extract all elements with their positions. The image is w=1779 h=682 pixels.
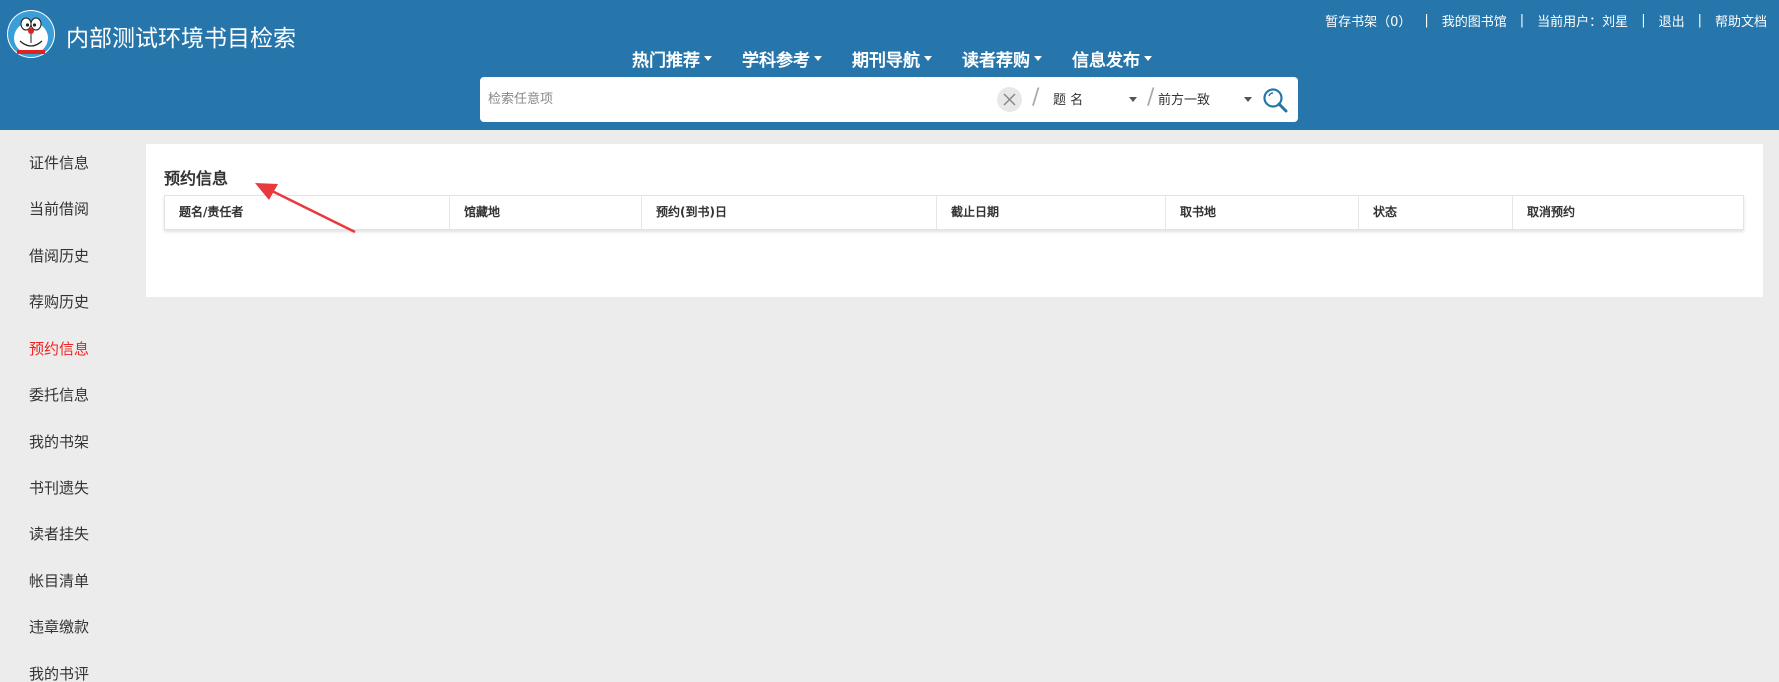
column-header-location: 馆藏地 <box>450 196 642 229</box>
separator: | <box>1519 13 1525 28</box>
caret-down-icon <box>1034 55 1042 61</box>
search-bar: / 题 名 / 前方一致 <box>480 77 1298 122</box>
search-field-select[interactable]: 题 名 <box>1053 89 1083 108</box>
main-nav: 热门推荐 学科参考 期刊导航 读者荐购 信息发布 <box>632 44 1182 72</box>
sidebar-item-account-list[interactable]: 帐目清单 <box>29 570 89 591</box>
column-header-cancel: 取消预约 <box>1527 205 1576 219</box>
reservation-panel: 预约信息 题名/责任者 馆藏地 预约(到书)日 截止日期 取书地 状态 取消预约 <box>146 144 1763 297</box>
separator: | <box>1641 13 1646 28</box>
sidebar-item-lost-items[interactable]: 书刊遗失 <box>29 477 89 498</box>
temp-shelf-link[interactable]: 暂存书架（0） <box>1325 11 1411 30</box>
top-links: 暂存书架（0） | 我的图书馆 | 当前用户： 刘星 | 退出 | 帮助文档 <box>1325 11 1767 30</box>
separator: | <box>1697 13 1702 28</box>
sidebar-item-entrusted[interactable]: 委托信息 <box>29 384 89 405</box>
sidebar-item-report-loss[interactable]: 读者挂失 <box>29 523 89 544</box>
match-mode-select[interactable]: 前方一致 <box>1158 89 1210 108</box>
doraemon-logo-icon <box>8 11 54 57</box>
logo <box>7 10 55 58</box>
page-title: 预约信息 <box>164 169 229 188</box>
search-input[interactable] <box>488 85 988 114</box>
nav-label: 期刊导航 <box>852 50 920 71</box>
header: 内部测试环境书目检索 暂存书架（0） | 我的图书馆 | 当前用户： 刘星 | … <box>0 0 1779 130</box>
nav-hot-recommend[interactable]: 热门推荐 <box>632 46 712 71</box>
separator: | <box>1424 13 1429 28</box>
caret-down-icon <box>1144 55 1152 61</box>
nav-journal-navigation[interactable]: 期刊导航 <box>852 46 932 71</box>
nav-label: 信息发布 <box>1072 50 1140 71</box>
logout-link[interactable]: 退出 <box>1659 11 1685 30</box>
caret-down-icon <box>704 55 712 61</box>
nav-subject-reference[interactable]: 学科参考 <box>742 46 822 71</box>
nav-label: 读者荐购 <box>962 50 1030 71</box>
nav-info-publish[interactable]: 信息发布 <box>1072 46 1152 71</box>
nav-reader-recommend[interactable]: 读者荐购 <box>962 46 1042 71</box>
clear-search-button[interactable] <box>997 87 1022 112</box>
column-header-status: 状态 <box>1359 196 1513 229</box>
sidebar-item-current-loans[interactable]: 当前借阅 <box>29 198 89 219</box>
current-user-name: 刘星 <box>1602 15 1629 30</box>
my-library-link[interactable]: 我的图书馆 <box>1442 11 1507 30</box>
column-header-reserve-date: 预约(到书)日 <box>642 196 937 229</box>
chevron-down-icon[interactable] <box>1129 97 1137 102</box>
current-user-label: 当前用户： <box>1537 15 1603 30</box>
sidebar-item-card-info[interactable]: 证件信息 <box>29 152 89 173</box>
sidebar-item-my-shelf[interactable]: 我的书架 <box>29 431 89 452</box>
divider: / <box>1032 85 1040 110</box>
search-button[interactable] <box>1261 86 1289 114</box>
search-icon <box>1263 88 1288 113</box>
caret-down-icon <box>924 55 932 61</box>
column-header-deadline: 截止日期 <box>937 196 1166 229</box>
nav-label: 学科参考 <box>742 50 810 71</box>
sidebar-item-purchase-history[interactable]: 荐购历史 <box>29 291 89 312</box>
site-title: 内部测试环境书目检索 <box>66 26 296 52</box>
help-link[interactable]: 帮助文档 <box>1715 11 1767 30</box>
caret-down-icon <box>814 55 822 61</box>
close-icon <box>1003 93 1016 106</box>
sidebar-item-my-reviews[interactable]: 我的书评 <box>29 663 89 682</box>
nav-label: 热门推荐 <box>632 50 700 71</box>
divider: / <box>1147 85 1155 110</box>
reservation-table-header: 题名/责任者 馆藏地 预约(到书)日 截止日期 取书地 状态 取消预约 <box>164 195 1744 230</box>
sidebar-item-reservations[interactable]: 预约信息 <box>29 338 89 359</box>
sidebar-item-fines[interactable]: 违章缴款 <box>29 616 89 637</box>
column-header-pickup-location: 取书地 <box>1166 196 1359 229</box>
column-header-title-author: 题名/责任者 <box>165 196 450 229</box>
chevron-down-icon[interactable] <box>1244 97 1252 102</box>
sidebar-item-loan-history[interactable]: 借阅历史 <box>29 245 89 266</box>
